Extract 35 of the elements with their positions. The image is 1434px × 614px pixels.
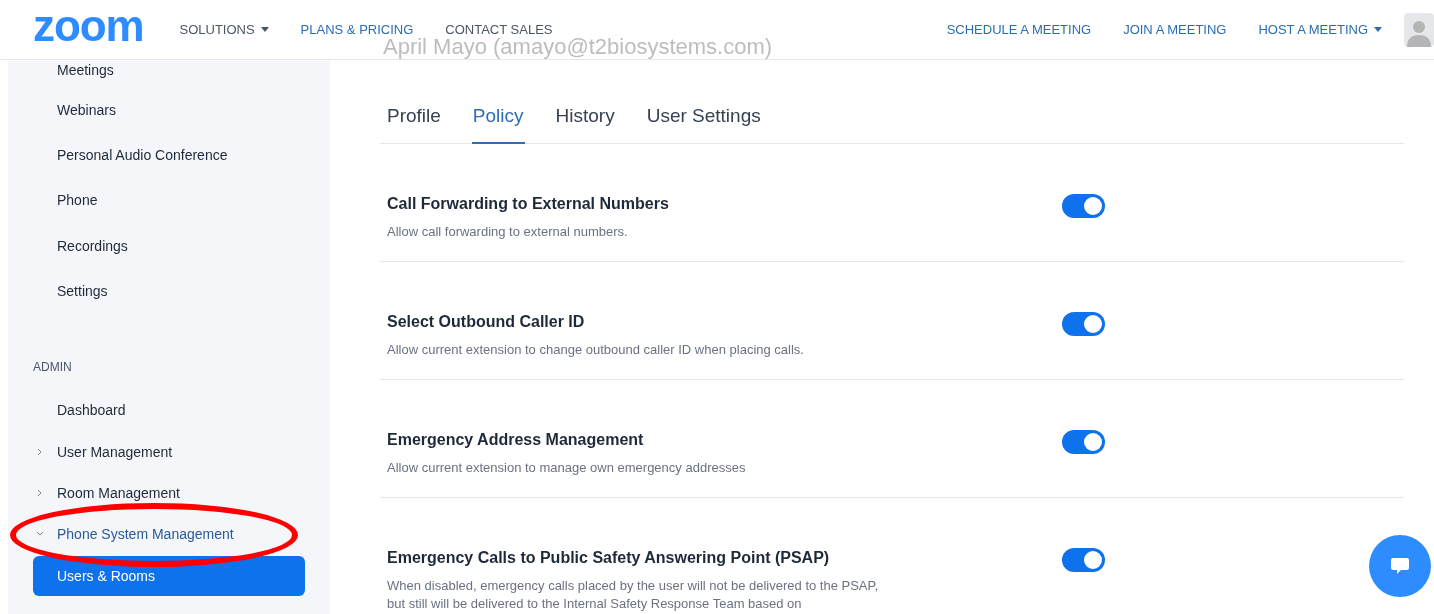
- section-heading: ADMIN: [33, 359, 73, 376]
- sidebar-item[interactable]: Webinars: [57, 100, 330, 120]
- sidebar-item[interactable]: Meetings: [57, 60, 330, 80]
- sidebar-item[interactable]: Room Management: [36, 483, 330, 503]
- setting-title: Emergency Address Management: [387, 430, 645, 450]
- sidebar-item[interactable]: Phone: [57, 190, 330, 210]
- nav-link[interactable]: SCHEDULE A MEETING: [946, 19, 1092, 40]
- sidebar-item[interactable]: User Management: [36, 442, 330, 462]
- chat-bubble-icon: [1390, 557, 1410, 575]
- setting-description: Allow current extension to change outbound caller ID when placing calls.: [387, 341, 805, 359]
- sidebar-item[interactable]: Users & Rooms: [33, 556, 305, 596]
- setting-title: Call Forwarding to External Numbers: [387, 194, 670, 214]
- setting-title: Emergency Calls to Public Safety Answering Point (PSAP): [387, 548, 831, 568]
- sidebar-item[interactable]: Dashboard: [57, 400, 330, 420]
- sidebar-item[interactable]: Settings: [57, 281, 330, 301]
- caret-icon: [260, 27, 269, 32]
- nav-link[interactable]: JOIN A MEETING: [1123, 19, 1227, 40]
- sidebar-item[interactable]: Recordings: [57, 236, 330, 256]
- toggle-switch[interactable]: [1062, 312, 1105, 336]
- toggle-switch[interactable]: [1062, 430, 1105, 454]
- nav-link[interactable]: SOLUTIONS: [179, 19, 269, 40]
- setting-description: When disabled, emergency calls placed by the user will not be delivered to the PSAP, but still will be delivered to the Internal Safety Response Team based on: [387, 577, 880, 613]
- tab[interactable]: Policy: [471, 90, 525, 144]
- tab[interactable]: Profile: [386, 90, 442, 144]
- sidebar-item[interactable]: Phone System Management: [36, 524, 330, 544]
- tab[interactable]: History: [554, 90, 616, 144]
- sidebar-item[interactable]: Personal Audio Conference: [57, 145, 330, 165]
- setting-description: Allow call forwarding to external numbers.: [387, 223, 629, 241]
- nav-link[interactable]: HOST A MEETING: [1258, 19, 1382, 40]
- tab[interactable]: User Settings: [645, 90, 762, 144]
- setting-description: Allow current extension to manage own emergency addresses: [387, 459, 747, 477]
- toggle-switch[interactable]: [1062, 548, 1105, 572]
- caret-icon: [1374, 27, 1382, 32]
- toggle-switch[interactable]: [1062, 194, 1105, 218]
- setting-title: Select Outbound Caller ID: [387, 312, 586, 332]
